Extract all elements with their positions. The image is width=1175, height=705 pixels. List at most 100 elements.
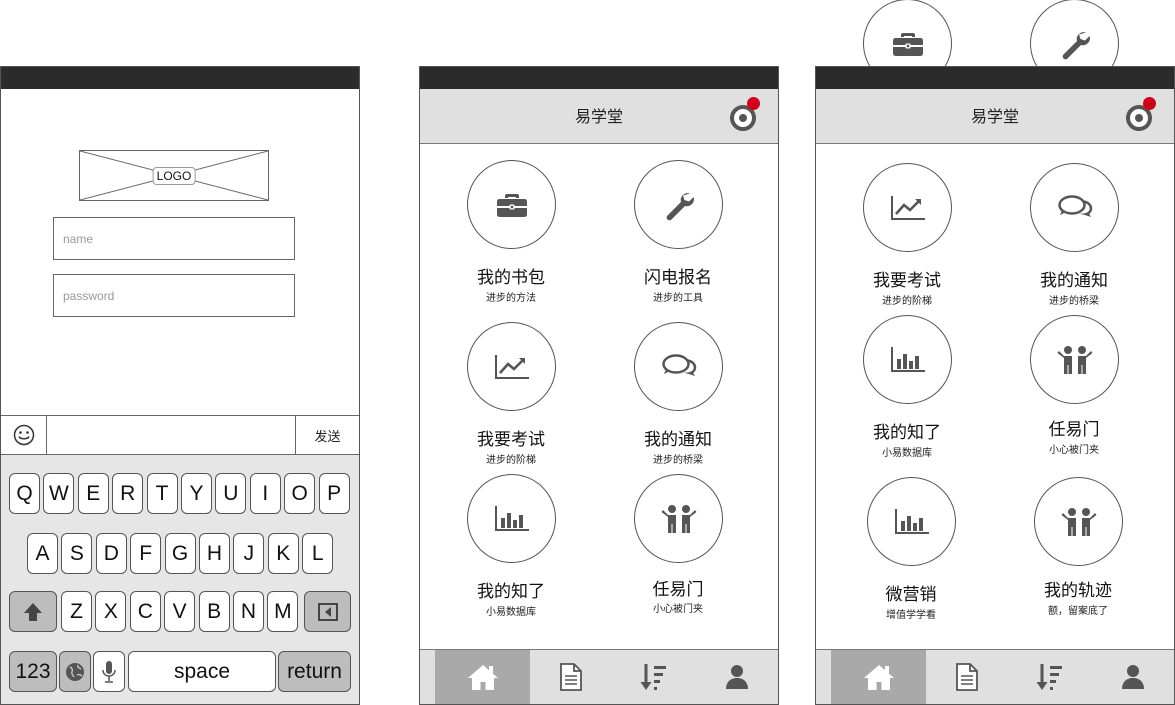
tab-document[interactable]	[530, 650, 613, 704]
notification-button[interactable]	[1124, 95, 1160, 135]
tile-icon-circle[interactable]	[863, 163, 952, 252]
key-r[interactable]: R	[112, 473, 144, 514]
tile-title: 微营销	[885, 585, 937, 605]
key-x[interactable]: X	[95, 591, 127, 632]
tile-title: 我的轨迹	[1044, 581, 1112, 601]
tile-title: 任易门	[1048, 420, 1100, 440]
shift-key[interactable]	[9, 591, 57, 632]
app-header: 易学堂	[816, 89, 1174, 144]
key-v[interactable]: V	[164, 591, 196, 632]
tile-title: 我的书包	[477, 268, 545, 288]
smiley-icon	[13, 424, 34, 446]
microphone-icon	[102, 660, 116, 683]
key-e[interactable]: E	[77, 473, 109, 514]
tile-title: 我的知了	[477, 582, 545, 602]
name-input[interactable]: name	[53, 217, 295, 260]
home-icon	[863, 663, 895, 691]
key-d[interactable]: D	[95, 533, 127, 574]
key-q[interactable]: Q	[9, 473, 40, 514]
key-h[interactable]: H	[199, 533, 230, 574]
bar-chart-icon	[890, 346, 926, 374]
key-w[interactable]: W	[43, 473, 75, 514]
password-input[interactable]: password	[53, 274, 295, 317]
tab-user[interactable]	[695, 650, 778, 704]
tile-icon-circle[interactable]	[467, 474, 556, 563]
numbers-label: 123	[15, 659, 51, 683]
key-i[interactable]: I	[249, 473, 281, 514]
numbers-key[interactable]: 123	[9, 651, 57, 692]
tab-user[interactable]	[1091, 650, 1174, 704]
notification-dot	[747, 97, 760, 110]
bar-chart-icon	[894, 508, 930, 536]
key-a[interactable]: A	[27, 533, 58, 574]
tile-icon-circle[interactable]	[1034, 477, 1123, 566]
home-screen-scrolled: 易学堂 我要考试 进步的阶梯 我的通知 进步的桥梁 我的知了 小易数据库 任易门 小心被门夹微…	[815, 66, 1175, 705]
wrench-icon	[1059, 28, 1091, 60]
message-input[interactable]	[47, 416, 295, 454]
app-title: 易学堂	[574, 107, 623, 126]
people-icon	[661, 504, 697, 534]
bar-chart-icon	[494, 505, 530, 533]
key-z[interactable]: Z	[61, 591, 92, 632]
key-p[interactable]: P	[318, 473, 350, 514]
tile-subtitle: 进步的方法	[486, 293, 536, 304]
key-u[interactable]: U	[215, 473, 247, 514]
key-t[interactable]: T	[146, 473, 178, 514]
key-j[interactable]: J	[233, 533, 265, 574]
microphone-key[interactable]	[93, 651, 125, 692]
globe-key[interactable]	[59, 651, 91, 692]
tab-sort[interactable]	[1009, 650, 1092, 704]
key-n[interactable]: N	[233, 591, 264, 632]
wrench-icon	[663, 189, 695, 221]
login-screen: LOGO name password 发送 QWERTYUIOP ASDFGHJ…	[0, 66, 360, 705]
tile-icon-circle[interactable]	[867, 477, 956, 566]
line-chart-icon	[494, 353, 530, 381]
tile-subtitle: 进步的桥梁	[653, 455, 703, 466]
tile-icon-circle[interactable]	[467, 322, 556, 411]
key-m[interactable]: M	[267, 591, 299, 632]
key-b[interactable]: B	[198, 591, 230, 632]
chat-icon	[661, 353, 697, 381]
tile-subtitle: 小心被门夹	[1049, 445, 1099, 456]
emoji-button[interactable]	[1, 416, 47, 454]
key-f[interactable]: F	[130, 533, 162, 574]
people-icon	[1057, 345, 1093, 375]
tile-subtitle: 额，留案底了	[1048, 606, 1108, 617]
key-o[interactable]: O	[284, 473, 316, 514]
key-g[interactable]: G	[164, 533, 196, 574]
notification-button[interactable]	[728, 95, 764, 135]
space-key[interactable]: space	[128, 651, 276, 692]
backspace-key[interactable]	[304, 591, 351, 632]
tile-icon-circle[interactable]	[863, 315, 952, 404]
status-bar	[420, 67, 778, 89]
tile-title: 我的知了	[873, 423, 941, 443]
tab-home[interactable]	[831, 650, 926, 704]
tile-icon-circle[interactable]	[634, 474, 723, 563]
tile-icon-circle[interactable]	[467, 160, 556, 249]
tile-subtitle: 小易数据库	[882, 448, 932, 459]
key-l[interactable]: L	[302, 533, 334, 574]
tile-icon-circle[interactable]	[1030, 163, 1119, 252]
tile-subtitle: 小易数据库	[486, 607, 536, 618]
tile-title: 我的通知	[1040, 271, 1108, 291]
shift-arrow-icon	[24, 602, 42, 621]
tile-subtitle: 进步的工具	[653, 293, 703, 304]
tab-sort[interactable]	[613, 650, 696, 704]
tile-icon-circle[interactable]	[1030, 315, 1119, 404]
home-screen: 易学堂 我的书包 进步的方法 闪电报名 进步的工具 我要考试 进步的阶梯 我的通知 进步的桥梁…	[419, 66, 779, 705]
tab-home[interactable]	[435, 650, 530, 704]
logo-placeholder: LOGO	[79, 150, 269, 201]
key-k[interactable]: K	[267, 533, 299, 574]
status-bar	[1, 67, 359, 89]
key-s[interactable]: S	[61, 533, 93, 574]
key-c[interactable]: C	[129, 591, 161, 632]
tab-document[interactable]	[926, 650, 1009, 704]
tile-icon-circle[interactable]	[634, 160, 723, 249]
send-button[interactable]: 发送	[295, 416, 359, 454]
return-key[interactable]: return	[278, 651, 351, 692]
key-y[interactable]: Y	[181, 473, 212, 514]
tile-title: 我的通知	[644, 430, 712, 450]
tile-icon-circle[interactable]	[634, 322, 723, 411]
notification-dot	[1143, 97, 1156, 110]
briefcase-icon	[496, 191, 528, 219]
